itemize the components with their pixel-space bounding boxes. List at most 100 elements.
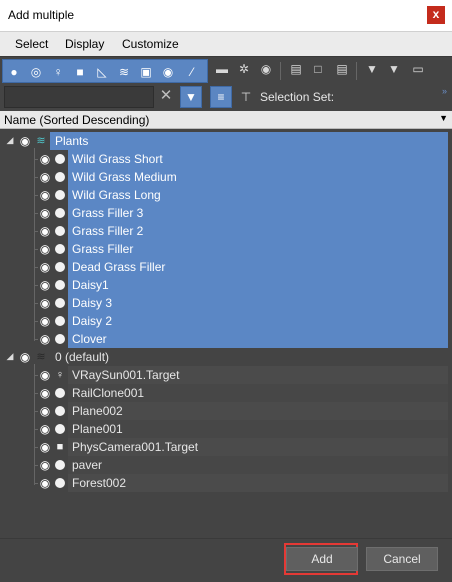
filter-toggle-button[interactable]: ▼: [180, 86, 202, 108]
selection-highlight: [50, 132, 448, 150]
window-title: Add multiple: [8, 8, 75, 22]
clear-search-icon[interactable]: ✕: [158, 88, 174, 104]
geometry-object-icon: [55, 424, 65, 434]
spacewarp-filter-icon[interactable]: ≋: [116, 64, 132, 80]
visibility-icon[interactable]: ◉: [38, 422, 52, 436]
geometry-object-icon: [55, 262, 65, 272]
camera-object-icon: ■: [56, 441, 64, 453]
column-header[interactable]: Name (Sorted Descending) ▼: [0, 111, 452, 129]
list-item[interactable]: ◉ ■ PhysCamera001.Target: [0, 438, 452, 456]
visibility-icon[interactable]: ◉: [38, 332, 52, 346]
list-item[interactable]: ◉ Daisy1: [0, 276, 452, 294]
visibility-icon[interactable]: ◉: [38, 206, 52, 220]
layer-name: Plants: [55, 134, 89, 148]
row-background: [68, 420, 448, 438]
object-name: Daisy 2: [72, 314, 113, 328]
object-name: Wild Grass Long: [72, 188, 161, 202]
menu-display[interactable]: Display: [65, 37, 104, 51]
column-icon-3[interactable]: ▤: [334, 61, 350, 77]
list-item[interactable]: ◉ Wild Grass Short: [0, 150, 452, 168]
visibility-icon[interactable]: ◉: [38, 458, 52, 472]
type-filter-group: ● ◎ ♀ ■ ◺ ≋ ▣ ◉ ⁄: [2, 59, 208, 83]
visibility-icon[interactable]: ◉: [38, 278, 52, 292]
object-name: Daisy 3: [72, 296, 113, 310]
visibility-icon[interactable]: ◉: [38, 188, 52, 202]
layer-toggle-icon[interactable]: ▭: [410, 61, 426, 77]
geometry-object-icon: [55, 406, 65, 416]
visibility-icon[interactable]: ◉: [38, 224, 52, 238]
visibility-icon[interactable]: ◉: [38, 296, 52, 310]
visibility-icon[interactable]: ◉: [38, 260, 52, 274]
camera-filter-icon[interactable]: ■: [72, 64, 88, 80]
title-bar: Add multiple x: [0, 0, 452, 32]
selection-highlight: [68, 294, 448, 312]
layer-row[interactable]: ◢ ◉ ≋ Plants: [0, 132, 452, 150]
list-item[interactable]: ◉ Plane002: [0, 402, 452, 420]
list-item[interactable]: ◉ Forest002: [0, 474, 452, 492]
list-item[interactable]: ◉ Dead Grass Filler: [0, 258, 452, 276]
group-filter-icon[interactable]: ▣: [138, 64, 154, 80]
visibility-icon[interactable]: ◉: [38, 242, 52, 256]
list-item[interactable]: ◉ Wild Grass Medium: [0, 168, 452, 186]
visibility-icon[interactable]: ◉: [38, 170, 52, 184]
selection-highlight: [68, 312, 448, 330]
expand-toggle-icon[interactable]: ◢: [4, 133, 16, 147]
close-button[interactable]: x: [427, 6, 445, 24]
column-icon-2[interactable]: □: [310, 61, 326, 77]
layers-toggle-button[interactable]: ≡: [210, 86, 232, 108]
list-item[interactable]: ◉ Wild Grass Long: [0, 186, 452, 204]
geometry-object-icon: [55, 172, 65, 182]
menu-select[interactable]: Select: [15, 37, 48, 51]
column-icon-1[interactable]: ▤: [288, 61, 304, 77]
bone-filter-icon[interactable]: ⁄: [184, 64, 200, 80]
sort-descending-icon[interactable]: ▼: [439, 113, 448, 123]
light-filter-icon[interactable]: ♀: [50, 64, 66, 80]
visibility-icon[interactable]: ◉: [18, 134, 32, 148]
list-item[interactable]: ◉ RailClone001: [0, 384, 452, 402]
cancel-button[interactable]: Cancel: [366, 547, 438, 571]
list-item[interactable]: ◉ Grass Filler: [0, 240, 452, 258]
visibility-icon[interactable]: ◉: [38, 368, 52, 382]
list-item[interactable]: ◉ Plane001: [0, 420, 452, 438]
filter-all-icon[interactable]: ▼: [386, 61, 402, 77]
geometry-filter-icon[interactable]: ●: [6, 64, 22, 80]
list-item[interactable]: ◉ paver: [0, 456, 452, 474]
layer-row[interactable]: ◢ ◉ ≋ 0 (default): [0, 348, 452, 366]
object-name: RailClone001: [72, 386, 145, 400]
menu-customize[interactable]: Customize: [122, 37, 179, 51]
visibility-icon[interactable]: ◉: [38, 152, 52, 166]
geometry-object-icon: [55, 460, 65, 470]
expand-toggle-icon[interactable]: ◢: [4, 349, 16, 363]
column-header-label: Name (Sorted Descending): [4, 113, 150, 127]
hidden-icon[interactable]: ◉: [258, 61, 274, 77]
frozen-icon[interactable]: ✲: [236, 61, 252, 77]
list-item[interactable]: ◉ Daisy 3: [0, 294, 452, 312]
list-item[interactable]: ◉ ♀ VRaySun001.Target: [0, 366, 452, 384]
add-button[interactable]: Add: [286, 547, 358, 571]
object-name: Daisy1: [72, 278, 109, 292]
helper-filter-icon[interactable]: ◺: [94, 64, 110, 80]
visibility-icon[interactable]: ◉: [38, 476, 52, 490]
list-item[interactable]: ◉ Clover: [0, 330, 452, 348]
visibility-icon[interactable]: ◉: [38, 314, 52, 328]
list-item[interactable]: ◉ Daisy 2: [0, 312, 452, 330]
layer-icon: ≋: [36, 135, 46, 147]
visibility-icon[interactable]: ◉: [18, 350, 32, 364]
visibility-icon[interactable]: ◉: [38, 386, 52, 400]
visibility-icon[interactable]: ◉: [38, 440, 52, 454]
row-background: [68, 402, 448, 420]
visibility-icon[interactable]: ◉: [38, 404, 52, 418]
container-icon[interactable]: ▬: [214, 61, 230, 77]
selection-set-label: Selection Set:: [260, 90, 335, 104]
shape-filter-icon[interactable]: ◎: [28, 64, 44, 80]
filter-icon[interactable]: ▼: [364, 61, 380, 77]
geometry-object-icon: [55, 226, 65, 236]
search-input[interactable]: [4, 86, 154, 108]
list-item[interactable]: ◉ Grass Filler 3: [0, 204, 452, 222]
menu-bar: Select Display Customize: [0, 32, 452, 56]
selection-set-icon[interactable]: ⊤: [238, 89, 254, 105]
object-name: VRaySun001.Target: [72, 368, 180, 382]
xref-filter-icon[interactable]: ◉: [160, 64, 176, 80]
list-item[interactable]: ◉ Grass Filler 2: [0, 222, 452, 240]
overflow-arrows-icon[interactable]: »: [442, 86, 447, 96]
